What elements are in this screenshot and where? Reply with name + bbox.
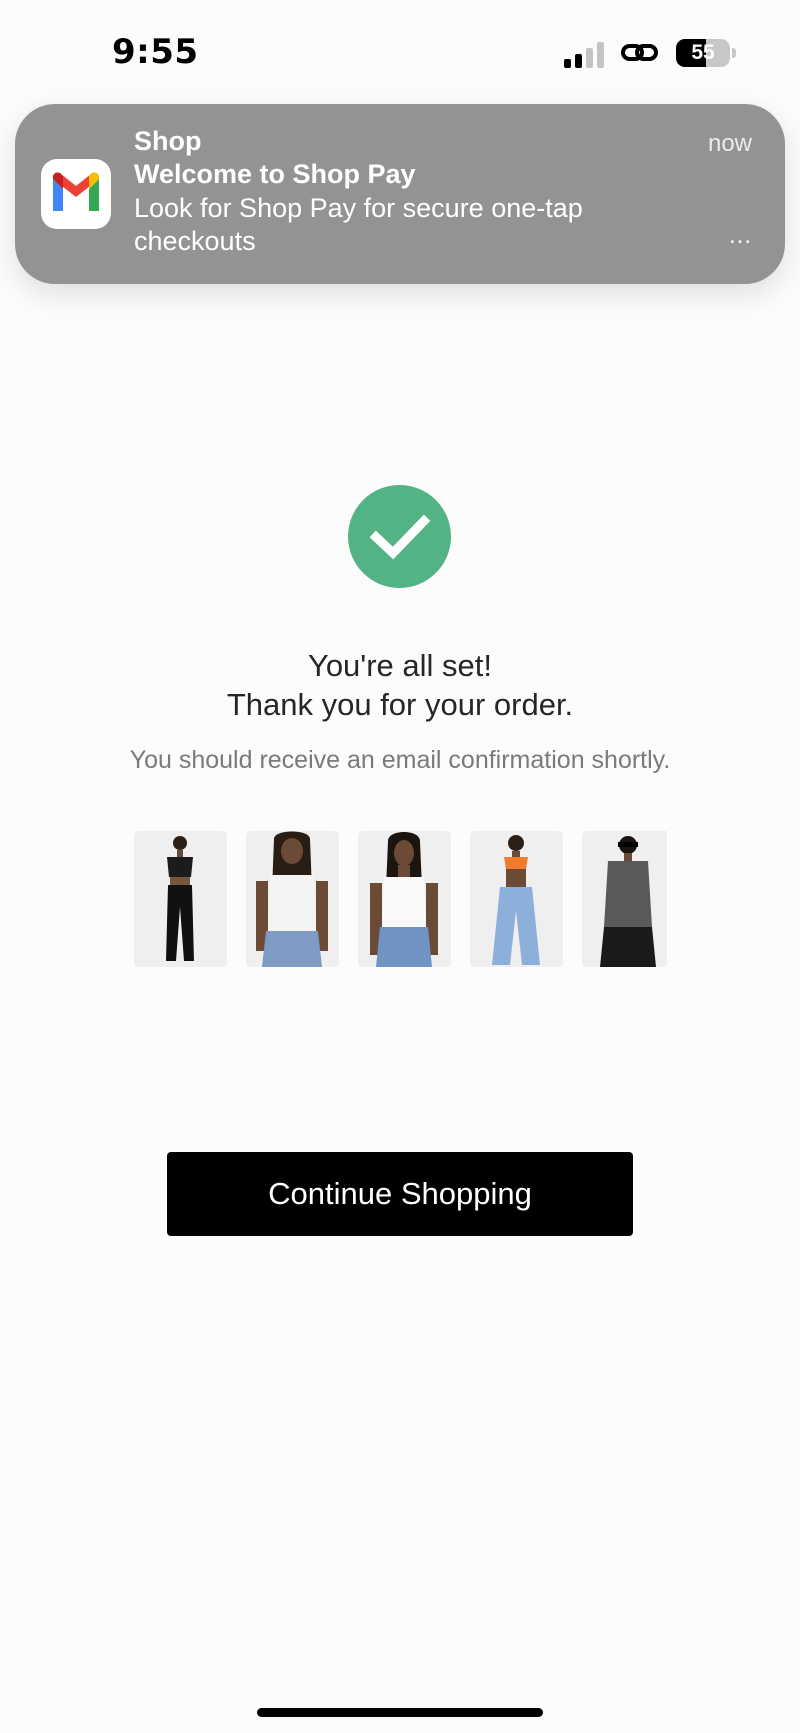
confirmation-headline: You're all set! xyxy=(307,648,492,683)
battery-icon: 55 xyxy=(676,39,730,67)
status-time: 9:55 xyxy=(112,32,199,72)
cellular-signal-icon xyxy=(564,42,604,68)
notification-banner[interactable]: Shop Welcome to Shop Pay Look for Shop P… xyxy=(15,104,785,284)
notification-body: Look for Shop Pay for secure one-tap che… xyxy=(134,193,583,256)
product-image xyxy=(166,836,194,961)
product-image xyxy=(256,831,328,967)
ordered-products-strip xyxy=(134,831,667,967)
notification-title: Welcome to Shop Pay xyxy=(134,159,416,189)
personal-hotspot-icon xyxy=(621,44,658,61)
product-image xyxy=(600,836,656,967)
product-image xyxy=(370,832,438,967)
notification-app-name: Shop xyxy=(134,126,202,156)
product-image xyxy=(492,835,540,965)
product-thumb-1 xyxy=(134,831,227,967)
product-thumb-3 xyxy=(358,831,451,967)
product-thumb-2 xyxy=(246,831,339,967)
product-thumb-5 xyxy=(582,831,667,967)
gmail-icon xyxy=(41,159,111,229)
continue-shopping-button[interactable]: Continue Shopping xyxy=(167,1152,633,1236)
more-icon[interactable]: ... xyxy=(729,222,752,250)
confirmation-subtext: You should receive an email confirmation… xyxy=(129,746,671,774)
notification-time: now xyxy=(707,130,752,157)
product-thumb-4 xyxy=(470,831,563,967)
confirmation-thank-you: Thank you for your order. xyxy=(226,687,574,722)
success-check-icon xyxy=(348,485,451,588)
battery-cap xyxy=(732,48,736,58)
home-indicator[interactable] xyxy=(257,1708,543,1717)
status-bar: 9:55 55 xyxy=(0,0,800,100)
battery-level: 55 xyxy=(691,41,715,64)
